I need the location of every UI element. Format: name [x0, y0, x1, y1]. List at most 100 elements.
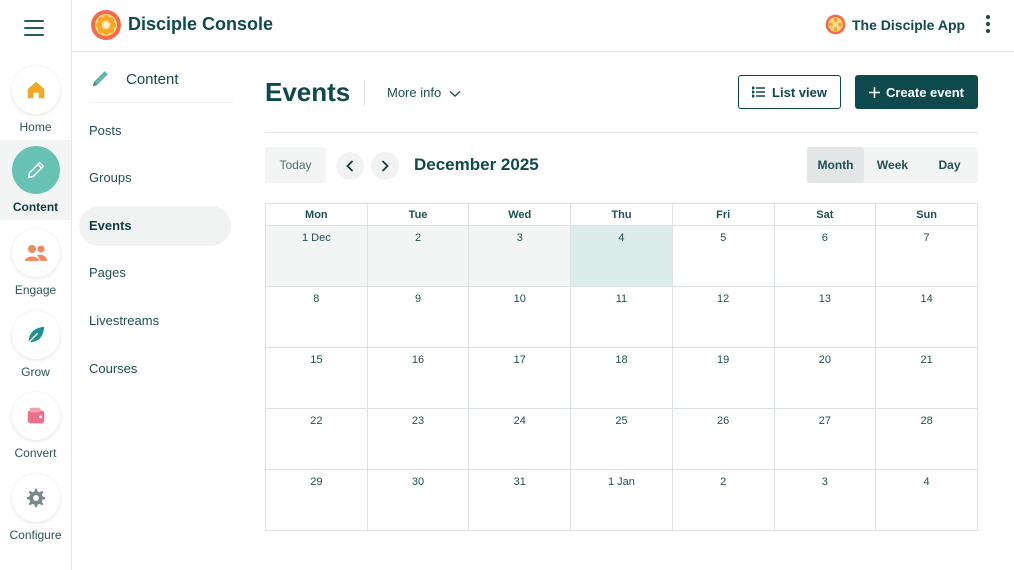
month-view-button[interactable]: Month — [807, 147, 864, 183]
pencil-icon — [11, 146, 60, 194]
subnav-title: Content — [126, 71, 179, 88]
day-view-button[interactable]: Day — [921, 147, 978, 183]
calendar-day-cell[interactable]: 29 — [265, 469, 368, 531]
more-info-label: More info — [387, 85, 442, 100]
more-options-icon[interactable] — [984, 15, 992, 35]
weekday-header: Sat — [773, 203, 877, 226]
calendar-week-row: 22 23 24 25 26 27 28 — [265, 408, 978, 470]
rail-item-label: Grow — [21, 365, 50, 379]
calendar-day-cell[interactable]: 12 — [671, 286, 775, 348]
rail-item-label: Home — [19, 120, 52, 134]
calendar-day-cell[interactable]: 2 — [671, 469, 775, 531]
subnav-item-groups[interactable]: Groups — [79, 158, 231, 198]
calendar-day-cell[interactable]: 4 — [875, 469, 978, 531]
calendar-day-cell[interactable]: 2 — [366, 225, 470, 287]
calendar-day-cell[interactable]: 9 — [366, 286, 470, 348]
calendar-week-row: 15 16 17 18 19 20 21 — [265, 347, 978, 409]
rail-item-grow[interactable]: Grow — [0, 311, 71, 391]
rail-item-convert[interactable]: Convert — [0, 392, 71, 472]
calendar-day-cell[interactable]: 15 — [265, 347, 368, 409]
app-name[interactable]: The Disciple App — [852, 17, 965, 33]
subnav-header: Content — [90, 67, 234, 103]
calendar-day-cell[interactable]: 11 — [570, 286, 673, 348]
calendar-day-cell[interactable]: 3 — [773, 469, 877, 531]
subnav-item-posts[interactable]: Posts — [79, 111, 231, 151]
wallet-icon — [11, 392, 60, 440]
rail-item-label: Engage — [14, 283, 57, 297]
calendar-day-cell[interactable]: 16 — [366, 347, 470, 409]
calendar-day-cell[interactable]: 23 — [366, 408, 470, 470]
home-icon — [11, 66, 60, 114]
weekday-header: Fri — [671, 203, 775, 226]
calendar-day-cell[interactable]: 22 — [265, 408, 368, 470]
weekday-header: Sun — [875, 203, 978, 226]
calendar-day-cell[interactable]: 8 — [265, 286, 368, 348]
calendar-day-cell-today[interactable]: 4 — [570, 225, 673, 287]
title-divider — [364, 80, 365, 106]
chevron-down-icon — [449, 90, 461, 97]
list-view-button[interactable]: List view — [738, 75, 841, 109]
leaf-icon — [11, 311, 60, 359]
app-logo-icon — [825, 14, 846, 35]
people-icon — [11, 229, 60, 277]
subnav-item-courses[interactable]: Courses — [79, 349, 231, 389]
menu-icon[interactable] — [24, 20, 44, 36]
calendar-day-cell[interactable]: 25 — [570, 408, 673, 470]
today-button[interactable]: Today — [265, 147, 326, 183]
calendar-day-cell[interactable]: 27 — [773, 408, 877, 470]
calendar-day-cell[interactable]: 7 — [875, 225, 978, 287]
calendar-day-cell[interactable]: 24 — [468, 408, 572, 470]
chevron-right-icon — [381, 160, 389, 172]
calendar-day-cell[interactable]: 10 — [468, 286, 572, 348]
calendar-week-row: 8 9 10 11 12 13 14 — [265, 286, 978, 348]
calendar-day-cell[interactable]: 18 — [570, 347, 673, 409]
calendar-day-cell[interactable]: 19 — [671, 347, 775, 409]
weekday-header-row: Mon Tue Wed Thu Fri Sat Sun — [265, 203, 978, 226]
subnav-item-pages[interactable]: Pages — [79, 253, 231, 293]
calendar-day-cell[interactable]: 6 — [773, 225, 877, 287]
calendar-day-cell[interactable]: 3 — [468, 225, 572, 287]
app-rail: Home Content Engage Grow Convert Configu… — [0, 0, 72, 570]
calendar-day-cell[interactable]: 31 — [468, 469, 572, 531]
plus-icon — [868, 86, 880, 98]
calendar-day-cell[interactable]: 26 — [671, 408, 775, 470]
next-month-button[interactable] — [371, 152, 399, 180]
calendar-day-cell[interactable]: 17 — [468, 347, 572, 409]
weekday-header: Mon — [265, 203, 368, 226]
previous-month-button[interactable] — [336, 152, 364, 180]
calendar-week-row: 1 Dec 2 3 4 5 6 7 — [265, 225, 978, 287]
calendar-day-cell[interactable]: 20 — [773, 347, 877, 409]
calendar-day-cell[interactable]: 1 Dec — [265, 225, 368, 287]
weekday-header: Tue — [366, 203, 470, 226]
week-view-button[interactable]: Week — [864, 147, 921, 183]
page-title: Events — [265, 77, 351, 107]
calendar-day-cell[interactable]: 30 — [366, 469, 470, 531]
list-icon — [752, 86, 766, 98]
calendar-day-cell[interactable]: 28 — [875, 408, 978, 470]
calendar-day-cell[interactable]: 5 — [671, 225, 775, 287]
create-event-button[interactable]: Create event — [855, 75, 978, 109]
month-calendar: Mon Tue Wed Thu Fri Sat Sun 1 Dec 2 3 4 … — [265, 203, 978, 531]
calendar-week-row: 29 30 31 1 Jan 2 3 4 — [265, 469, 978, 531]
weekday-header: Wed — [468, 203, 572, 226]
calendar-day-cell[interactable]: 14 — [875, 286, 978, 348]
calendar-day-cell[interactable]: 13 — [773, 286, 877, 348]
disciple-logo-icon — [90, 9, 122, 41]
content-subnav: Content Posts Groups Events Pages Livest… — [72, 52, 248, 570]
current-month-label: December 2025 — [414, 155, 539, 174]
rail-item-label: Convert — [14, 446, 57, 460]
header-divider — [265, 132, 978, 133]
more-info-dropdown[interactable]: More info — [387, 85, 461, 100]
rail-item-configure[interactable]: Configure — [0, 474, 71, 554]
rail-item-content[interactable]: Content — [0, 140, 71, 220]
rail-item-home[interactable]: Home — [0, 66, 71, 146]
pencil-icon — [90, 67, 112, 94]
calendar-day-cell[interactable]: 1 Jan — [570, 469, 673, 531]
chevron-left-icon — [346, 160, 354, 172]
subnav-item-livestreams[interactable]: Livestreams — [79, 301, 231, 341]
subnav-item-events[interactable]: Events — [79, 206, 231, 246]
weekday-header: Thu — [570, 203, 673, 226]
rail-item-engage[interactable]: Engage — [0, 229, 71, 309]
calendar-day-cell[interactable]: 21 — [875, 347, 978, 409]
create-event-label: Create event — [885, 84, 965, 100]
